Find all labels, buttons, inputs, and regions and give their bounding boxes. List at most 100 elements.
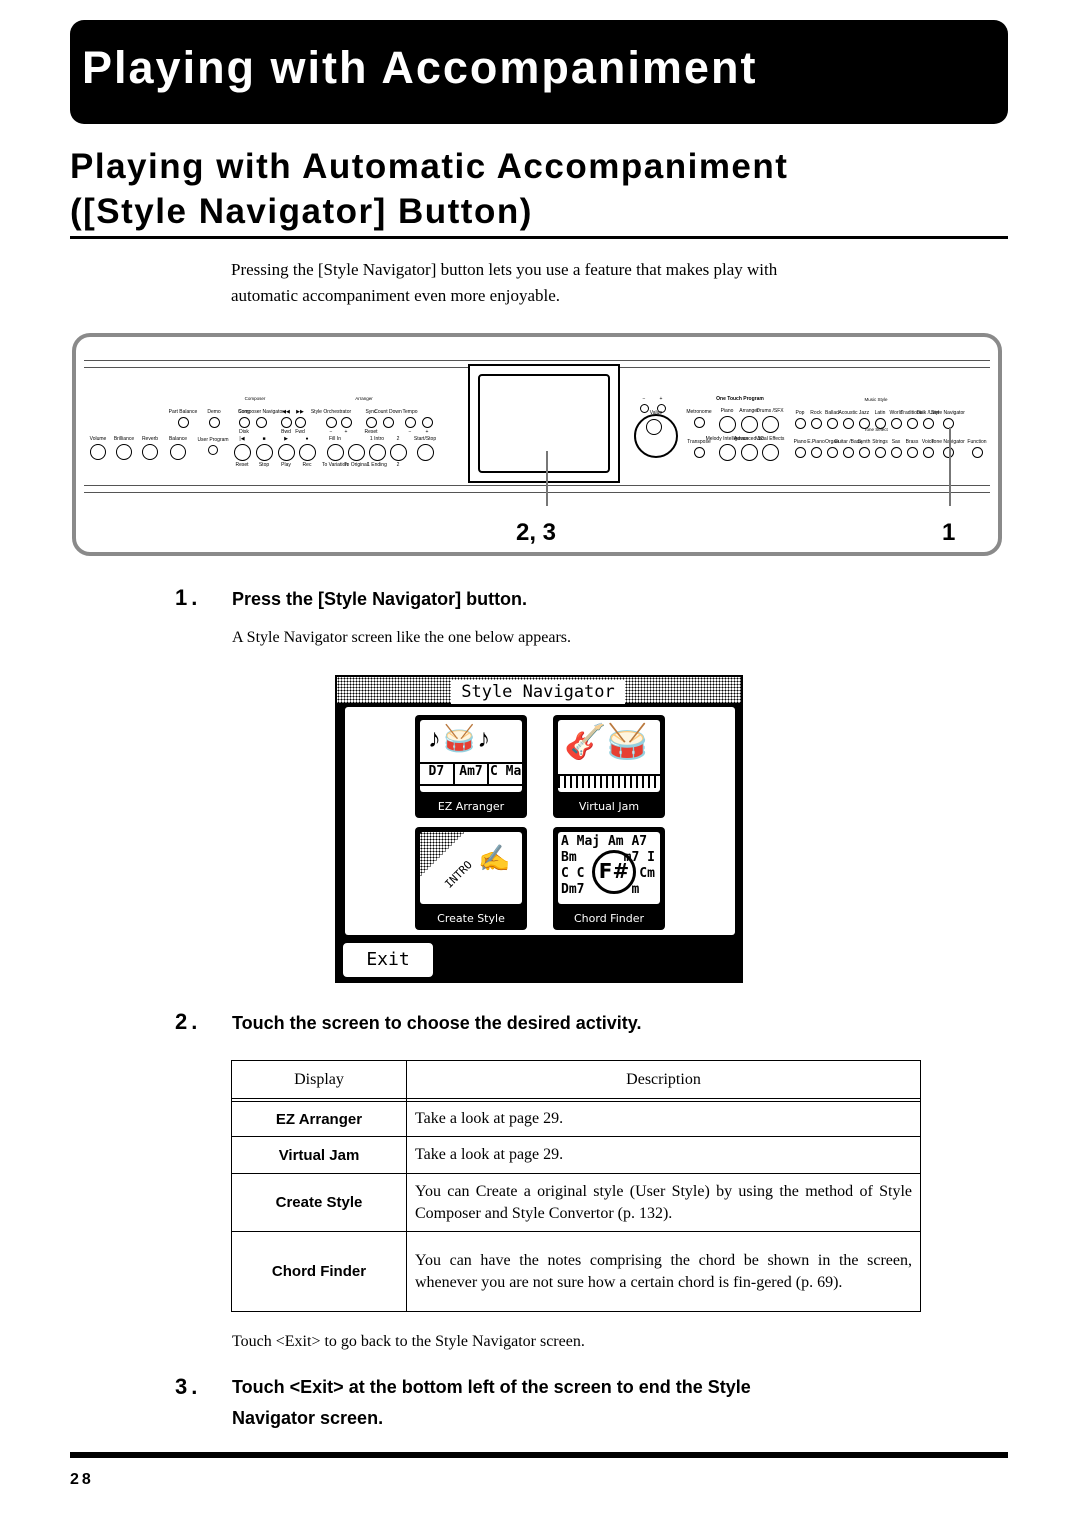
intro-line1: Pressing the [Style Navigator] button le… <box>231 260 778 279</box>
screen-body: ♪🥁♪ D7 Am7 C Ma EZ Arranger 🎸🥁 Virtual J… <box>345 707 735 935</box>
chapter-title: Playing with Accompaniment <box>82 42 758 93</box>
panel-button-label: Fill In <box>329 435 341 442</box>
panel-button-label: Start/Stop <box>413 435 437 442</box>
value-dial <box>634 414 678 458</box>
panel-button-sublabel: + <box>344 428 348 435</box>
chord-finder-image: A Maj Am A7 Bm m7 IC C Cm Dm7 m F# <box>558 832 660 904</box>
panel-button-label: Volume <box>89 436 107 442</box>
panel-button-label: Part Balance <box>168 408 198 415</box>
panel-button-sublabel: Reset <box>235 461 249 468</box>
panel-button-style-orchestrator <box>325 416 337 428</box>
group-one-touch-label: One Touch Program <box>716 396 764 402</box>
panel-button-label: Brass <box>905 438 919 445</box>
panel-button-melody-intelligence <box>718 443 736 461</box>
panel-button-label: Drums /SFX <box>756 407 784 414</box>
panel-button-song <box>238 416 250 428</box>
section-title-line2: ([Style Navigator] Button) <box>70 192 533 231</box>
panel-button-label: Balance <box>168 436 188 442</box>
panel-button-label: Jazz <box>858 409 870 416</box>
panel-button-guitar-bass <box>842 446 854 458</box>
panel-button-label: Demo <box>207 408 221 415</box>
panel-button-start-stop <box>416 443 434 461</box>
table-row: Chord Finder You can have the notes comp… <box>231 1231 921 1312</box>
panel-button-part-balance <box>177 416 189 428</box>
panel-button-brilliance <box>116 444 132 460</box>
panel-button-sublabel: To Original <box>344 461 368 468</box>
panel-button-label: ▶ <box>284 435 288 442</box>
step-1-text: A Style Navigator screen like the one be… <box>232 629 571 646</box>
panel-button-piano <box>794 446 806 458</box>
activity-table: Display Description EZ Arranger Take a l… <box>231 1060 921 1312</box>
panel-button-sublabel: Rec <box>302 461 312 468</box>
pen-hand-icon: ✍ <box>478 844 511 873</box>
panel-button-button <box>255 443 273 461</box>
table-row: Create Style You can Create a original s… <box>231 1173 921 1232</box>
tile-create-style[interactable]: INTRO ✍ Create Style <box>415 827 527 930</box>
panel-button-sublabel: Bwd <box>281 428 291 435</box>
callout-label-display: 2, 3 <box>516 519 557 546</box>
panel-button-label: Ballad <box>825 409 839 416</box>
panel-button-metronome <box>693 416 705 428</box>
panel-button-strings <box>874 446 886 458</box>
panel-button-drums-sfx <box>761 415 779 433</box>
panel-button-disk-user <box>922 417 934 429</box>
tile-virtual-jam[interactable]: 🎸🥁 Virtual Jam <box>553 715 665 818</box>
guitarist-drummer-icon: 🎸🥁 <box>564 724 649 761</box>
panel-button-vocal-effects <box>761 443 779 461</box>
page-number: 28 <box>70 1471 94 1488</box>
tile-ez-arranger[interactable]: ♪🥁♪ D7 Am7 C Ma EZ Arranger <box>415 715 527 818</box>
panel-button-balance <box>170 444 186 460</box>
cell-description: You can have the notes comprising the ch… <box>406 1231 921 1312</box>
panel-button-button <box>280 416 292 428</box>
magnifier-icon: F# <box>592 850 636 894</box>
chord-line: A Maj Am A7 <box>561 834 648 849</box>
section-rule <box>70 236 1008 239</box>
callout-label-button: 1 <box>942 519 956 546</box>
panel-illustration: Part Balance Demo Song Disk Composer Navigat… <box>72 333 1002 556</box>
value-dial-grip <box>646 419 662 435</box>
panel-button-world <box>890 417 902 429</box>
keyboard-icon <box>558 774 660 788</box>
chord: D7 <box>420 764 455 784</box>
step-3-heading-line2: Navigator screen. <box>232 1408 384 1428</box>
tile-chord-finder[interactable]: A Maj Am A7 Bm m7 IC C Cm Dm7 m F# Chord Fi… <box>553 827 665 930</box>
cell-display: Virtual Jam <box>231 1136 407 1174</box>
panel-button-count-down <box>382 416 394 428</box>
panel-button-label: Piano <box>793 438 807 445</box>
panel-button-label: Sax <box>891 438 901 445</box>
cell-description: You can Create a original style (User St… <box>406 1173 921 1232</box>
column-header-display: Display <box>231 1060 407 1099</box>
cell-display: Create Style <box>231 1173 407 1232</box>
panel-button-label: + <box>659 395 663 402</box>
tile-label: EZ Arranger <box>437 800 505 813</box>
screen-title: Style Navigator <box>451 680 625 704</box>
panel-button-label: ▶▶ <box>296 408 304 415</box>
cell-display: EZ Arranger <box>231 1101 407 1137</box>
panel-button-sublabel: − <box>408 428 412 435</box>
panel-button-demo <box>208 416 220 428</box>
panel-button-sublabel: Stop <box>258 461 270 468</box>
panel-button-label: Pop <box>795 409 805 416</box>
chapter-banner: Playing with Accompaniment <box>70 20 1008 124</box>
panel-button-organ <box>826 446 838 458</box>
style-navigator-screen: Style Navigator ♪🥁♪ D7 Am7 C Ma EZ Arran… <box>335 675 743 983</box>
panel-button-composer-navigator <box>255 416 267 428</box>
panel-button-tone-navigator <box>942 446 954 458</box>
create-style-image: INTRO ✍ <box>420 832 522 904</box>
chord: Am7 <box>455 764 490 784</box>
panel-button-voice <box>922 446 934 458</box>
callout-line-display <box>546 451 548 506</box>
step-3-heading-line1: Touch <Exit> at the bottom left of the s… <box>232 1377 751 1397</box>
ez-arranger-image: ♪🥁♪ D7 Am7 C Ma <box>420 720 522 792</box>
panel-button-label: Reverb <box>141 436 159 442</box>
panel-button-label: Metronome <box>686 408 712 415</box>
panel-button-user-program <box>208 445 218 455</box>
step-1-heading: Press the [Style Navigator] button. <box>232 589 528 609</box>
group-tone-select-label: Tone Select <box>864 427 888 432</box>
panel-button-button <box>340 416 352 428</box>
exit-button[interactable]: Exit <box>341 941 435 979</box>
panel-button-label: Style Orchestrator <box>310 408 352 415</box>
panel-button-label: 1 Intro <box>369 435 385 442</box>
cell-display: Chord Finder <box>231 1231 407 1312</box>
panel-button-sublabel: 1 Ending <box>367 461 387 468</box>
